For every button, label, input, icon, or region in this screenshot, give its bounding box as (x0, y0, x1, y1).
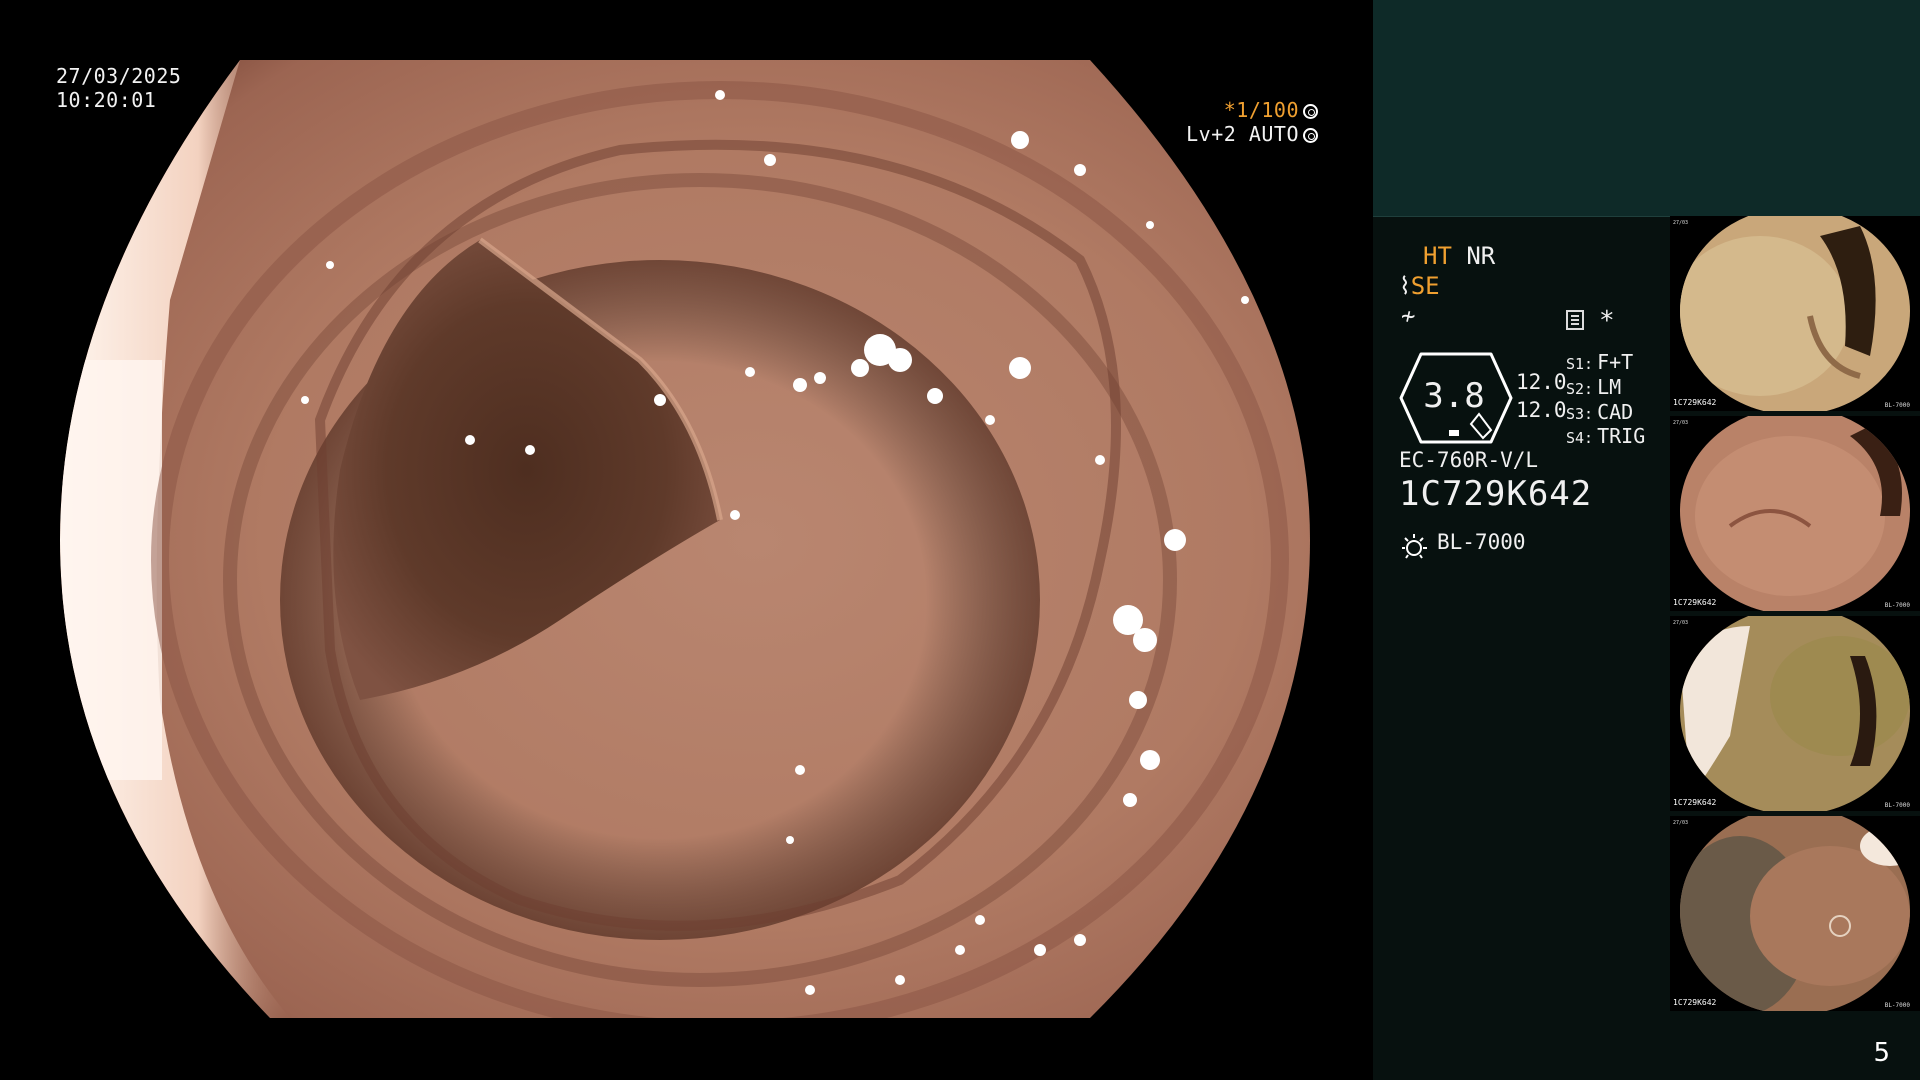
switch-3: S3: CAD (1566, 400, 1634, 424)
mode-text: AUTO (1248, 122, 1299, 146)
zoom-value: 3.8 (1423, 376, 1485, 416)
light-source-label: BL-7000 (1437, 530, 1526, 554)
page-number: 5 (1873, 1038, 1890, 1068)
enhancement-row: HT NR (1423, 242, 1495, 270)
thumbnail-3[interactable]: 27/03 1C729K642 BL-7000 (1670, 616, 1920, 811)
scope-model: EC-760R-V/L (1399, 448, 1539, 472)
freeze-icon: ≁ (1401, 302, 1416, 330)
date-text: 27/03/2025 (56, 64, 182, 88)
side-panel: HT NR ⌇SE ≁ * 3.8 12.0 12.0 S1: F+T S2: LM… (1373, 0, 1920, 1080)
shutter-icon (1303, 104, 1318, 119)
structure-icon: ⌇ (1399, 272, 1411, 300)
datetime-overlay: 27/03/2025 10:20:01 (56, 64, 181, 112)
zoom-a: 12.0 (1516, 370, 1567, 394)
scope-serial: 1C729K642 (1399, 474, 1593, 514)
menu-icon (1566, 310, 1584, 330)
thumb-light: BL-7000 (1884, 602, 1910, 609)
capture-thumbnails: 27/03 1C729K642 BL-7000 27/03 1C729K642 … (1670, 216, 1920, 1016)
se-row: ⌇SE (1399, 272, 1440, 300)
thumb-date: 27/03 (1673, 620, 1689, 626)
thumbnail-1[interactable]: 27/03 1C729K642 BL-7000 (1670, 216, 1920, 411)
switch-1: S1: F+T (1566, 350, 1634, 374)
se-label: SE (1410, 272, 1440, 300)
panel-header-block (1373, 0, 1920, 217)
time-text: 10:20:01 (56, 88, 157, 112)
thumb-light: BL-7000 (1884, 1002, 1910, 1009)
auto-iris-icon (1303, 128, 1318, 143)
switch-2: S2: LM (1566, 375, 1622, 399)
zoom-b: 12.0 (1516, 398, 1567, 422)
thumb-serial: 1C729K642 (1673, 598, 1717, 607)
thumb-serial: 1C729K642 (1673, 798, 1717, 807)
thumb-serial: 1C729K642 (1673, 398, 1717, 407)
thumb-light: BL-7000 (1884, 802, 1910, 809)
thumbnail-2[interactable]: 27/03 1C729K642 BL-7000 (1670, 416, 1920, 611)
thumb-serial: 1C729K642 (1673, 998, 1717, 1007)
level-text: Lv+2 (1186, 122, 1237, 146)
thumb-date: 27/03 (1673, 420, 1689, 426)
thumbnail-4[interactable]: 27/03 1C729K642 BL-7000 (1670, 816, 1920, 1011)
asterisk-mark: * (1599, 306, 1615, 336)
switch-4: S4: TRIG (1566, 424, 1646, 448)
processor-status: HT NR ⌇SE ≁ * 3.8 12.0 12.0 S1: F+T S2: LM… (1373, 216, 1670, 1080)
thumb-light: BL-7000 (1884, 402, 1910, 409)
thumb-date: 27/03 (1673, 220, 1689, 226)
ht-label: HT (1423, 242, 1452, 270)
thumb-date: 27/03 (1673, 820, 1689, 826)
nr-label: NR (1466, 242, 1496, 270)
exposure-overlay: *1/100 Lv+2 AUTO (1186, 98, 1318, 146)
shutter-text: *1/100 (1223, 98, 1299, 122)
endoscope-main-view: 27/03/2025 10:20:01 *1/100 Lv+2 AUTO (0, 0, 1373, 1080)
colon-lumen-image (60, 60, 1310, 1018)
light-source-icon (1402, 534, 1427, 559)
